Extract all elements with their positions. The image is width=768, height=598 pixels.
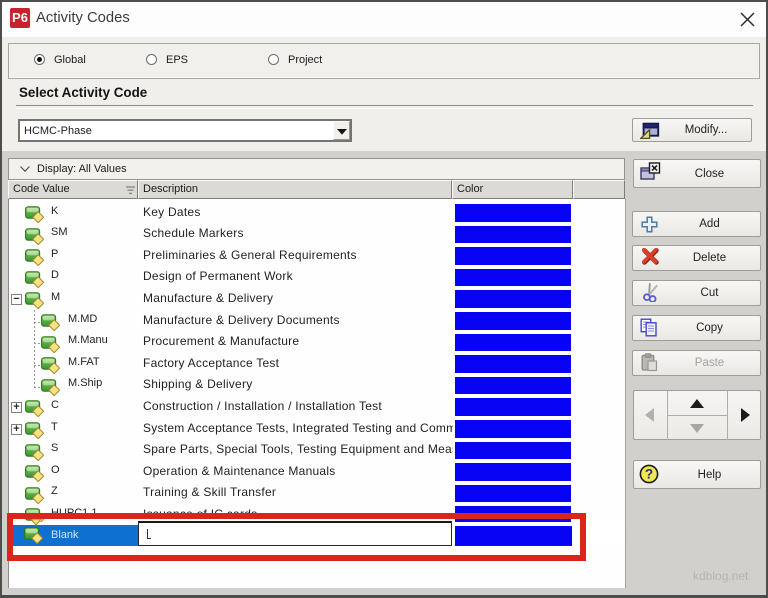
svg-text:?: ? — [645, 467, 653, 482]
